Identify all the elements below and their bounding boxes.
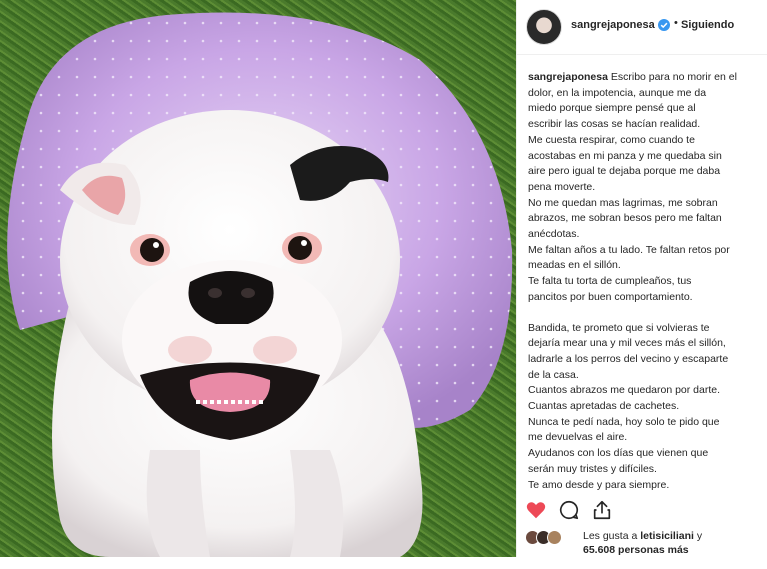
caption-line: aire pero igual te dejaba porque me daba <box>528 165 721 178</box>
left-eye <box>140 238 164 262</box>
likes-summary: Les gusta a letisiciliani y 65.608 perso… <box>525 529 765 561</box>
caption-line: Bandida, te prometo que si volvieras te <box>528 321 710 334</box>
following-button[interactable]: Siguiendo <box>681 19 734 31</box>
caption-line: No me quedan mas lagrimas, me sobran <box>528 196 718 209</box>
caption-line: Me cuesta respirar, como cuando te <box>528 133 695 146</box>
caption-line: dejaría mear una y mil veces más el sill… <box>528 337 726 350</box>
liker-avatar[interactable] <box>547 530 562 545</box>
caption-line: anécdotas. <box>528 228 580 241</box>
caption-line: escribir las cosas se hacían realidad. <box>528 118 701 131</box>
caption-line: Te amo desde y para siempre. <box>528 478 670 491</box>
caption-line: meadas en el sillón. <box>528 259 621 272</box>
caption-line: serán muy tristes y difíciles. <box>528 462 657 475</box>
bulldog-photo <box>7 12 513 557</box>
caption-line: Cuantos abrazos me quedaron por darte. <box>528 384 721 397</box>
username-link[interactable]: sangrejaponesa <box>571 19 655 31</box>
caption-line: Te falta tu torta de cumpleaños, tus <box>528 275 692 288</box>
post-image[interactable] <box>0 0 516 557</box>
dog-nose <box>188 271 274 324</box>
verified-badge-icon <box>658 19 670 31</box>
action-bar <box>525 499 765 523</box>
right-eye <box>288 236 312 260</box>
share-icon[interactable] <box>591 499 613 521</box>
caption-line: acostabas en mi panza y me quedaba sin <box>528 149 722 162</box>
liker-username-link[interactable]: letisiciliani <box>640 530 694 542</box>
caption-line: de la casa. <box>528 368 579 381</box>
comment-icon[interactable] <box>558 499 580 521</box>
caption-line: ladrarle a los perros del vecino y escap… <box>528 352 729 365</box>
caption-line: abrazos, me sobran besos pero me faltan <box>528 212 722 225</box>
heart-icon[interactable] <box>525 499 547 521</box>
caption-line: Ayudanos con los días que vienen que <box>528 447 709 460</box>
caption-author-link[interactable]: sangrejaponesa <box>528 71 608 83</box>
post-sidebar: sangrejaponesa • Siguiendo sangrejapones… <box>516 0 767 557</box>
caption-line: pena moverte. <box>528 180 596 193</box>
caption-line: Me faltan años a tu lado. Te faltan reto… <box>528 243 730 256</box>
separator-dot: • <box>674 17 678 29</box>
caption-line: Nunca te pedí nada, hoy solo te pido que <box>528 415 720 428</box>
caption-line: Cuantas apretadas de cachetes. <box>528 400 680 413</box>
caption-line <box>528 306 760 321</box>
likes-count-link[interactable]: 65.608 personas más <box>583 544 689 556</box>
caption-line: me devuelvas el aire. <box>528 431 628 444</box>
likes-text: Les gusta a letisiciliani y 65.608 perso… <box>583 530 703 556</box>
post-caption: sangrejaponesa Escribo para no morir en … <box>528 70 760 493</box>
post-header: sangrejaponesa • Siguiendo <box>517 0 767 55</box>
caption-line: pancitos por buen comportamiento. <box>528 290 693 303</box>
caption-line: dolor, en la impotencia, aunque me da <box>528 86 707 99</box>
avatar[interactable] <box>526 9 562 45</box>
caption-line: sangrejaponesa Escribo para no morir en … <box>528 71 737 83</box>
caption-line: miedo porque siempre pensé que al <box>528 102 696 115</box>
